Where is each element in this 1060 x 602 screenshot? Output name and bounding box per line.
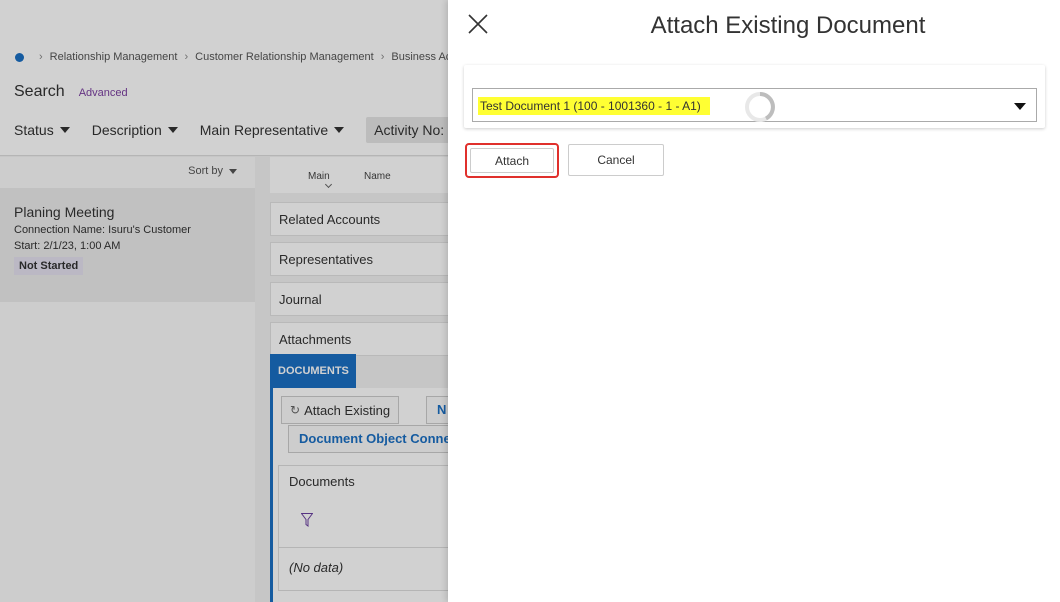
- selected-document: Test Document 1 (100 - 1001360 - 1 - A1): [478, 97, 710, 115]
- attach-button[interactable]: Attach: [465, 143, 559, 178]
- attach-existing-document-dialog: Attach Existing Document Test Document 1…: [448, 0, 1060, 602]
- cancel-button[interactable]: Cancel: [568, 144, 664, 176]
- caret-down-icon: [1014, 103, 1026, 110]
- document-select[interactable]: Test Document 1 (100 - 1001360 - 1 - A1): [472, 88, 1037, 122]
- loading-spinner-icon: [745, 92, 775, 122]
- modal-overlay[interactable]: [0, 0, 448, 602]
- document-select-card: Test Document 1 (100 - 1001360 - 1 - A1): [464, 65, 1045, 128]
- dialog-title: Attach Existing Document: [650, 12, 926, 39]
